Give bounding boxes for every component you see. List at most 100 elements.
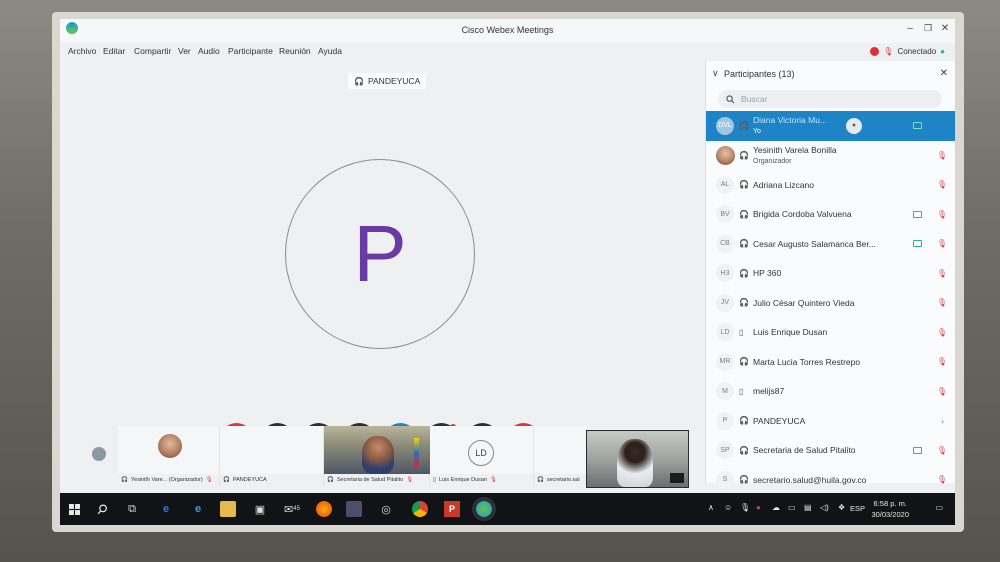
menu-editar[interactable]: Editar (103, 46, 125, 56)
avatar: SP (716, 441, 734, 460)
participant-name: secretario.salud@huila.gov.co (753, 474, 867, 485)
webex-taskbar-icon[interactable] (472, 497, 496, 521)
mic-muted-icon[interactable]: 🎙 (937, 298, 947, 307)
video-tile-pandeyuca[interactable]: 🎧 PANDEYUCA (220, 426, 324, 486)
pip-control-icon[interactable] (670, 473, 684, 483)
task-view-icon[interactable]: ⧉ (124, 501, 140, 517)
participant-row[interactable]: M ▯ melijs87 🎙 (706, 377, 955, 407)
menu-audio[interactable]: Audio (198, 46, 220, 56)
avatar: S (716, 470, 734, 489)
clock[interactable]: 6:58 p. m. 30/03/2020 (871, 498, 909, 520)
search-input[interactable]: Buscar (718, 90, 942, 108)
mic-muted-icon[interactable]: 🎙 (937, 239, 947, 248)
headset-icon: 🎧 (739, 298, 749, 308)
participant-row[interactable]: LD ▯ Luis Enrique Dusan 🎙 (706, 318, 955, 348)
filmstrip-prev-icon[interactable] (92, 447, 106, 461)
menu-participante[interactable]: Participante (228, 46, 273, 56)
headset-icon: 🎧 (739, 180, 749, 190)
participant-row[interactable]: 🎧 Yesinith Varela Bonilla Organizador 🎙 (706, 141, 955, 171)
video-tile-secretaria[interactable]: 🎧 Secretaria de Salud Pitalito 🎙 (324, 426, 430, 486)
menu-reunion[interactable]: Reunión (279, 46, 311, 56)
participant-row[interactable]: DVL 🎧 Diana Victoria Mu... Yo ● (706, 111, 955, 141)
minimize-button[interactable]: – (903, 23, 917, 34)
menu-compartir[interactable]: Compartir (134, 46, 171, 56)
tray-device-icon[interactable]: ▭ (788, 503, 796, 512)
mic-muted-icon[interactable]: 🎙 (937, 475, 947, 484)
participant-row[interactable]: CB 🎧 Cesar Augusto Salamanca Ber... 🎙 (706, 229, 955, 259)
participant-row[interactable]: MR 🎧 Marta Lucia Torres Restrepo 🎙 (706, 347, 955, 377)
connection-status[interactable]: 🎙 Conectado ● (870, 47, 945, 56)
notifications-icon[interactable]: ▭ (935, 503, 943, 512)
collapse-chevron-icon[interactable]: ∨ (712, 68, 719, 79)
participant-row[interactable]: JV 🎧 Julio César Quintero Vieda 🎙 (706, 288, 955, 318)
participant-row[interactable]: AL 🎧 Adriana Lizcano 🎙 (706, 170, 955, 200)
clock-date: 30/03/2020 (871, 510, 909, 519)
mic-muted-icon: 🎙 (205, 477, 213, 483)
menu-ver[interactable]: Ver (178, 46, 191, 56)
store-icon[interactable]: ▣ (252, 501, 268, 517)
participant-row[interactable]: S 🎧 secretario.salud@huila.gov.co 🎙 (706, 465, 955, 495)
chevron-right-icon[interactable]: › (941, 416, 944, 426)
firefox-icon[interactable] (316, 501, 332, 517)
participant-row[interactable]: BV 🎧 Brigida Cordoba Valvuena 🎙 (706, 200, 955, 230)
tray-cloud-icon[interactable]: ☁ (772, 503, 780, 512)
participant-role: Yo (753, 128, 761, 135)
mic-muted-icon[interactable]: 🎙 (937, 446, 947, 455)
video-tile-luis[interactable]: LD ▯ Luis Enrique Dusan 🎙 (430, 426, 534, 486)
self-view-video[interactable] (586, 430, 689, 488)
file-explorer-icon[interactable] (220, 501, 236, 517)
participant-name: Secretaria de Salud Pitalito (753, 445, 856, 456)
powerpoint-icon[interactable]: P (444, 501, 460, 517)
app-icon[interactable]: ◎ (378, 501, 394, 517)
participant-role: Organizador (753, 157, 792, 165)
tray-person-icon[interactable]: ☺ (724, 503, 732, 512)
participant-row[interactable]: SP 🎧 Secretaria de Salud Pitalito 🎙 (706, 436, 955, 466)
mic-muted-icon[interactable]: 🎙 (937, 151, 947, 160)
mic-muted-icon[interactable]: 🎙 (937, 180, 947, 189)
search-icon (726, 94, 735, 103)
restore-button[interactable]: ❐ (921, 23, 935, 34)
video-tile-yesinith[interactable]: 🎧 Yesinith Vare... (Organizador) 🎙 (118, 426, 220, 486)
tray-volume-icon[interactable]: ◁) (820, 503, 829, 512)
ie-icon[interactable]: e (190, 501, 206, 517)
flag (414, 438, 419, 468)
tray-chevron-icon[interactable]: ∧ (708, 503, 714, 512)
tray-network-icon[interactable]: ▤ (804, 503, 812, 512)
menu-ayuda[interactable]: Ayuda (318, 46, 342, 56)
mail-icon[interactable]: ✉ 45 (284, 501, 300, 517)
media-icon[interactable] (346, 501, 362, 517)
title-bar: Cisco Webex Meetings – ❐ ✕ (60, 19, 955, 43)
participant-name: PANDEYUCA (753, 415, 806, 426)
participants-panel: ∨ Participantes (13) ✕ Buscar DVL 🎧 Diana … (705, 61, 955, 489)
participant-row[interactable]: H3 🎧 HP 360 🎙 (706, 259, 955, 289)
participant-name: HP 360 (753, 268, 782, 279)
headset-icon: 🎧 (354, 76, 364, 86)
tray-mic-icon[interactable]: 🎙 (740, 503, 750, 512)
mic-muted-icon[interactable]: 🎙 (937, 210, 947, 219)
search-taskbar-icon[interactable] (94, 501, 110, 517)
headset-icon: 🎧 (739, 239, 749, 249)
mic-muted-icon[interactable]: 🎙 (937, 328, 947, 337)
mic-muted-icon[interactable]: 🎙 (937, 269, 947, 278)
menu-archivo[interactable]: Archivo (68, 46, 96, 56)
participant-name: Diana Victoria Mu... (753, 115, 828, 125)
video-tile-secretario[interactable]: 🎧 secretario.sal (534, 426, 586, 486)
close-panel-icon[interactable]: ✕ (940, 68, 948, 79)
clock-time: 6:58 p. m. (873, 499, 907, 508)
raise-hand-icon[interactable]: ● (846, 117, 862, 134)
mic-status-icon: 🎙 (883, 47, 894, 56)
mic-muted-icon[interactable]: 🎙 (937, 387, 947, 396)
language-indicator[interactable]: ESP (850, 504, 865, 513)
tray-webex-icon[interactable]: ● (756, 503, 761, 512)
edge-icon[interactable]: e (158, 501, 174, 517)
mic-muted-icon[interactable]: 🎙 (937, 357, 947, 366)
participant-row[interactable]: P 🎧 PANDEYUCA › (706, 406, 955, 436)
phone-icon: ▯ (739, 386, 744, 396)
close-window-button[interactable]: ✕ (938, 23, 952, 34)
windows-start-icon[interactable] (66, 501, 82, 517)
avatar: MR (716, 352, 734, 371)
mic-muted-icon: 🎙 (406, 477, 414, 483)
tray-dropbox-icon[interactable]: ❖ (838, 503, 845, 512)
chrome-icon[interactable] (412, 501, 428, 517)
window-title: Cisco Webex Meetings (461, 25, 554, 35)
